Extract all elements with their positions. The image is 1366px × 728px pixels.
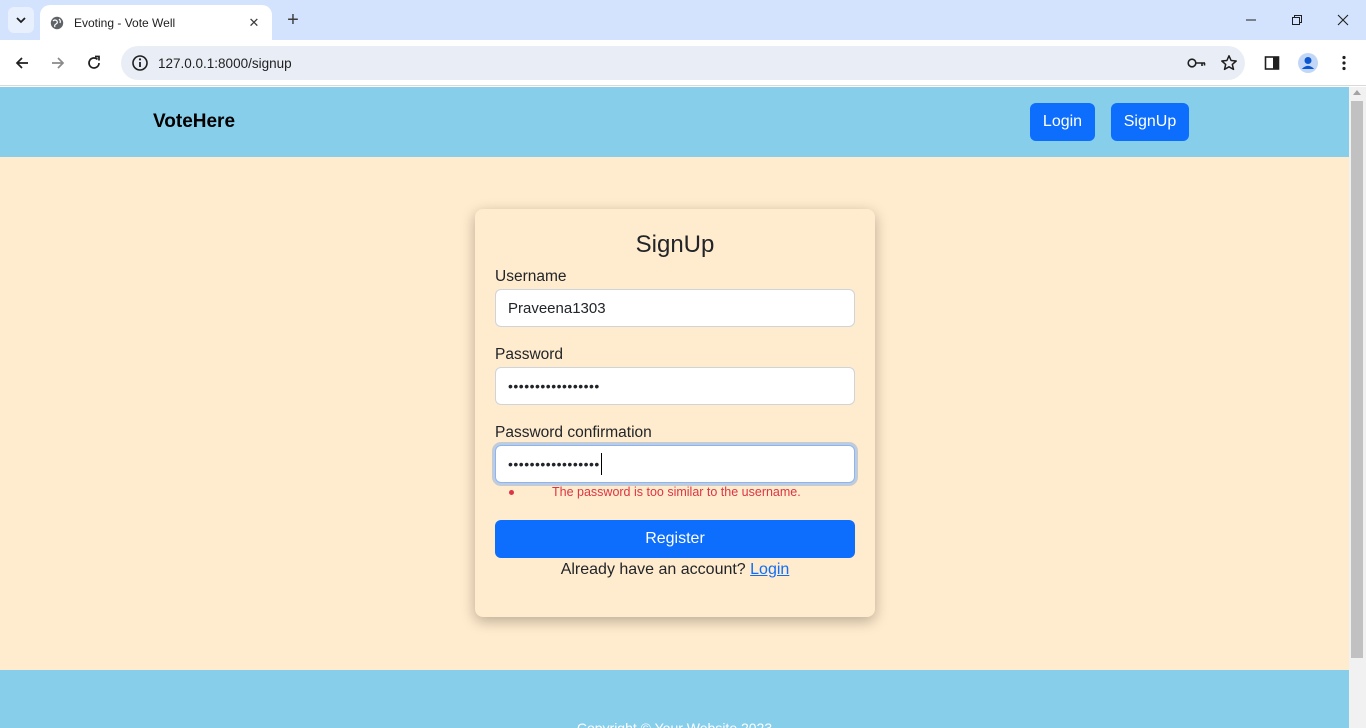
reload-icon: [88, 55, 100, 69]
username-input[interactable]: Praveena1303: [495, 289, 855, 327]
nav-login-button[interactable]: Login: [1030, 103, 1095, 141]
close-icon[interactable]: ✕: [246, 15, 262, 31]
info-icon[interactable]: [131, 54, 149, 72]
vertical-scrollbar[interactable]: [1349, 87, 1366, 728]
footer-copyright: Copyright © Your Website 2023: [576, 720, 773, 728]
restore-icon: [1292, 15, 1302, 25]
password-confirmation-input[interactable]: •••••••••••••••••: [495, 445, 855, 483]
form-title: SignUp: [635, 231, 715, 258]
password-confirmation-label: Password confirmation: [495, 424, 652, 441]
url-text: 127.0.0.1:8000/signup: [158, 55, 292, 71]
tab-title: Evoting - Vote Well: [74, 15, 176, 30]
signup-card: SignUp Username Praveena1303 Password ••…: [475, 209, 875, 617]
side-panel-icon: [1264, 56, 1280, 70]
back-button[interactable]: [8, 49, 36, 77]
forward-button[interactable]: [44, 49, 72, 77]
site-navbar: VoteHere Login SignUp: [0, 87, 1349, 157]
forward-arrow-icon: [52, 57, 65, 69]
password-input[interactable]: •••••••••••••••••: [495, 367, 855, 405]
text-caret: [600, 453, 602, 475]
login-prompt: Already have an account? Login: [475, 561, 875, 579]
browser-tab-strip: Evoting - Vote Well ✕ +: [0, 0, 1366, 40]
star-icon[interactable]: [1213, 46, 1245, 80]
close-icon: [1337, 14, 1349, 26]
password-error-message: The password is too similar to the usern…: [552, 485, 801, 499]
tab-search-button[interactable]: [8, 7, 34, 33]
password-value: •••••••••••••••••: [508, 378, 600, 394]
minimize-button[interactable]: [1228, 0, 1274, 40]
kebab-menu-icon: [1342, 55, 1346, 71]
restore-button[interactable]: [1274, 0, 1320, 40]
scroll-up-arrow-icon[interactable]: [1353, 90, 1361, 95]
side-panel-button[interactable]: [1258, 49, 1286, 77]
window-close-button[interactable]: [1320, 0, 1366, 40]
scrollbar-thumb[interactable]: [1351, 101, 1363, 658]
browser-menu-button[interactable]: [1330, 49, 1358, 77]
new-tab-button[interactable]: +: [282, 9, 304, 31]
browser-tab[interactable]: Evoting - Vote Well ✕: [40, 5, 272, 40]
profile-button[interactable]: [1294, 49, 1322, 77]
profile-icon: [1298, 53, 1318, 73]
error-list: The password is too similar to the usern…: [509, 485, 801, 499]
address-bar[interactable]: 127.0.0.1:8000/signup: [121, 46, 1245, 80]
chevron-down-icon: [16, 17, 26, 24]
password-label: Password: [495, 346, 564, 363]
site-footer: Copyright © Your Website 2023: [0, 670, 1349, 728]
login-link[interactable]: Login: [750, 561, 789, 578]
username-value: Praveena1303: [508, 299, 606, 317]
reload-button[interactable]: [80, 49, 108, 77]
register-button[interactable]: Register: [495, 520, 855, 558]
bullet-icon: [509, 489, 514, 495]
password-confirmation-value: •••••••••••••••••: [508, 456, 600, 472]
key-icon[interactable]: [1181, 46, 1213, 80]
page-viewport: VoteHere Login SignUp SignUp Username Pr…: [0, 87, 1349, 728]
username-label: Username: [495, 268, 567, 285]
plus-icon: +: [287, 8, 299, 31]
nav-signup-button[interactable]: SignUp: [1111, 103, 1189, 141]
login-prompt-text: Already have an account?: [560, 561, 746, 578]
minimize-icon: [1246, 19, 1256, 21]
site-brand[interactable]: VoteHere: [153, 111, 235, 133]
back-arrow-icon: [15, 57, 28, 69]
browser-toolbar: 127.0.0.1:8000/signup: [0, 40, 1366, 86]
globe-icon: [50, 16, 64, 30]
